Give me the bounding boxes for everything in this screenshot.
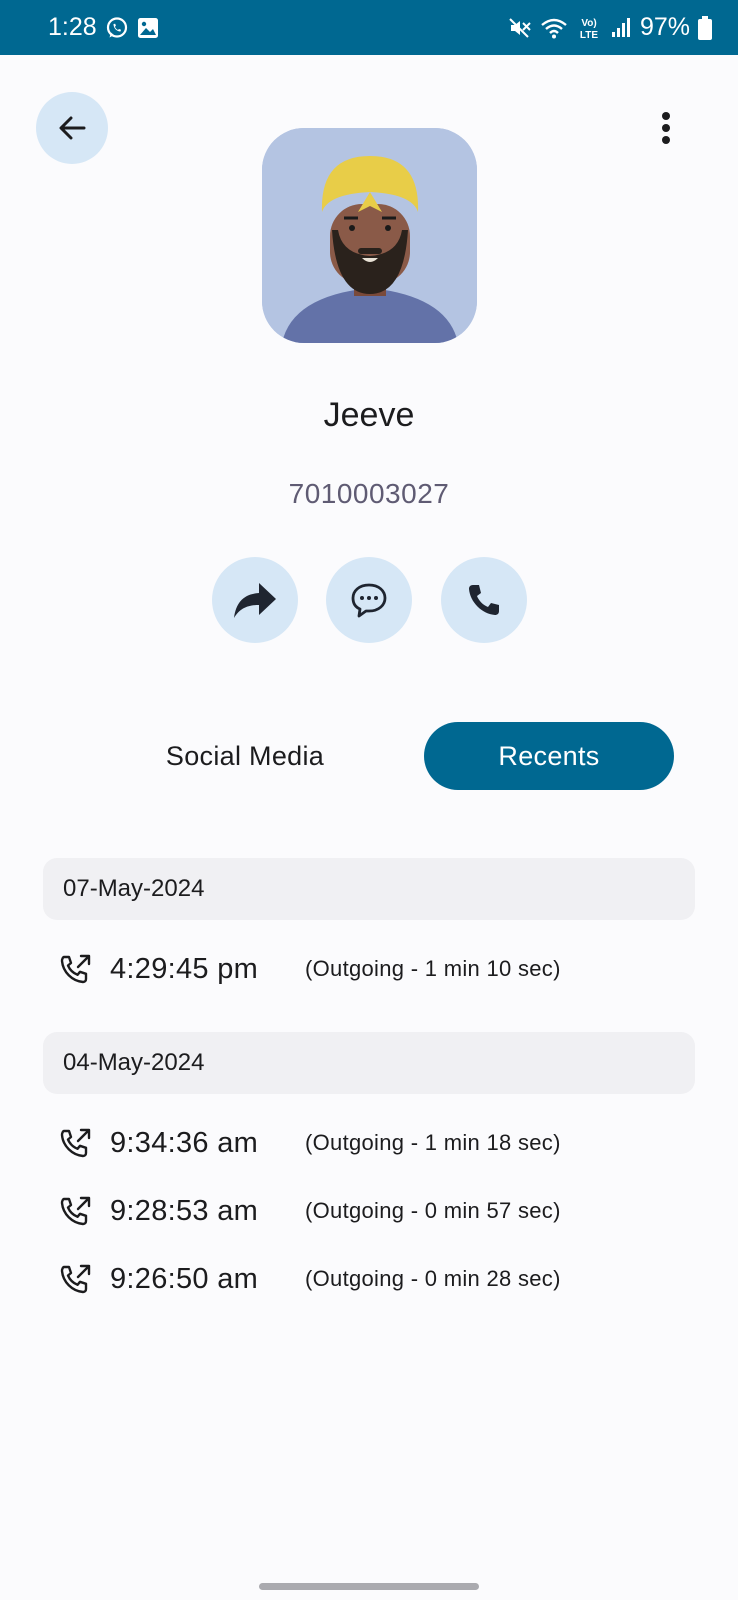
more-options-button[interactable] — [644, 104, 688, 152]
outgoing-call-icon — [58, 1261, 98, 1297]
status-time: 1:28 — [48, 13, 97, 41]
outgoing-call-icon — [58, 1125, 98, 1161]
date-header: 04-May-2024 — [43, 1032, 695, 1094]
wifi-icon — [540, 16, 568, 40]
volte-icon: Vo) LTE — [576, 15, 602, 41]
arrow-left-icon — [55, 111, 89, 145]
contact-avatar — [262, 128, 477, 343]
svg-text:Vo): Vo) — [581, 18, 596, 29]
call-log-row[interactable]: 9:34:36 am (Outgoing - 1 min 18 sec) — [58, 1120, 678, 1166]
share-button[interactable] — [212, 557, 298, 643]
share-icon — [232, 580, 278, 620]
call-detail: (Outgoing - 1 min 10 sec) — [305, 956, 561, 981]
message-icon — [349, 581, 389, 619]
call-time: 9:26:50 am — [110, 1262, 259, 1295]
battery-icon — [698, 15, 712, 40]
call-time: 9:28:53 am — [110, 1194, 259, 1227]
image-icon — [137, 17, 159, 39]
more-vertical-icon — [661, 111, 671, 145]
phone-icon — [466, 582, 502, 618]
mute-icon — [508, 16, 532, 40]
tab-social-media[interactable]: Social Media — [130, 722, 360, 790]
outgoing-call-icon — [58, 1193, 98, 1229]
back-button[interactable] — [36, 92, 108, 164]
avatar-illustration — [262, 128, 477, 343]
tab-recents[interactable]: Recents — [424, 722, 674, 790]
tab-recents-label: Recents — [498, 740, 600, 771]
svg-text:LTE: LTE — [580, 30, 598, 41]
outgoing-call-icon — [58, 951, 98, 987]
signal-icon — [610, 17, 632, 39]
battery-percentage: 97% — [639, 13, 690, 41]
call-detail: (Outgoing - 0 min 28 sec) — [305, 1266, 561, 1291]
call-log-row[interactable]: 9:26:50 am (Outgoing - 0 min 28 sec) — [58, 1256, 678, 1302]
home-indicator[interactable] — [259, 1583, 479, 1590]
contact-number: 7010003027 — [288, 478, 450, 509]
whatsapp-icon — [105, 16, 129, 40]
date-header-label: 07-May-2024 — [63, 875, 205, 902]
call-button[interactable] — [441, 557, 527, 643]
date-header-label: 04-May-2024 — [63, 1049, 205, 1076]
status-left: 1:28 — [48, 13, 159, 42]
call-time: 4:29:45 pm — [110, 952, 259, 985]
call-detail: (Outgoing - 1 min 18 sec) — [305, 1130, 561, 1155]
status-right: Vo) LTE 97% — [508, 13, 712, 42]
date-header: 07-May-2024 — [43, 858, 695, 920]
call-time: 9:34:36 am — [110, 1126, 259, 1159]
message-button[interactable] — [326, 557, 412, 643]
status-bar: 1:28 Vo) LTE 97% — [0, 0, 738, 55]
call-log-row[interactable]: 4:29:45 pm (Outgoing - 1 min 10 sec) — [58, 946, 678, 992]
tab-social-media-label: Social Media — [165, 740, 325, 771]
contact-name: Jeeve — [323, 396, 415, 434]
call-log-row[interactable]: 9:28:53 am (Outgoing - 0 min 57 sec) — [58, 1188, 678, 1234]
call-detail: (Outgoing - 0 min 57 sec) — [305, 1198, 561, 1223]
